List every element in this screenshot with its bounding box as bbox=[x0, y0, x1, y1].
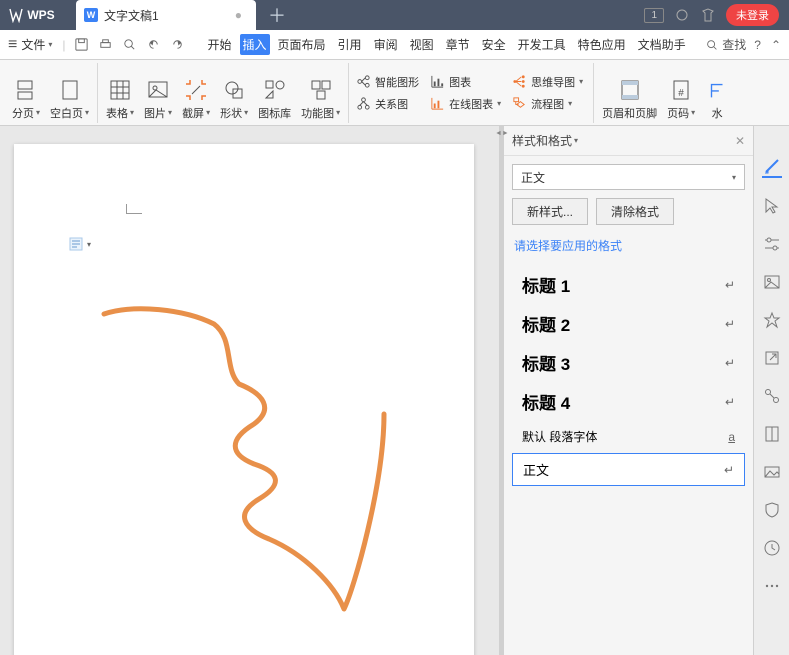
tab-view[interactable]: 视图 bbox=[406, 34, 438, 55]
cursor-marker bbox=[126, 204, 142, 214]
cloud-icon[interactable] bbox=[674, 7, 690, 23]
star-icon[interactable] bbox=[762, 310, 782, 330]
document-tab[interactable]: W 文字文稿1 ● bbox=[76, 0, 256, 30]
tab-unsaved-indicator: ● bbox=[235, 8, 242, 22]
mindmap-button[interactable]: 思维导图▾ bbox=[511, 73, 583, 91]
style-list: 标题 1↵ 标题 2↵ 标题 3↵ 标题 4↵ 默认 段落字体a 正文↵ bbox=[512, 266, 745, 486]
menu-bar: ≡ 文件 ▾ | 开始 插入 页面布局 引用 审阅 视图 章节 安全 开发工具 … bbox=[0, 30, 789, 60]
current-style-value: 正文 bbox=[521, 169, 545, 186]
redo-icon[interactable] bbox=[170, 37, 186, 53]
login-button[interactable]: 未登录 bbox=[726, 4, 779, 26]
header-footer-button[interactable]: 页眉和页脚 bbox=[600, 76, 659, 123]
tab-insert[interactable]: 插入 bbox=[240, 34, 270, 55]
right-tool-strip bbox=[753, 126, 789, 655]
style-body[interactable]: 正文↵ bbox=[512, 453, 745, 486]
style-heading3[interactable]: 标题 3↵ bbox=[512, 344, 745, 381]
clear-format-button[interactable]: 清除格式 bbox=[596, 198, 674, 225]
app-name: WPS bbox=[27, 8, 54, 22]
tab-references[interactable]: 引用 bbox=[334, 34, 366, 55]
shield-icon[interactable] bbox=[762, 500, 782, 520]
picture-button[interactable]: 图片▾ bbox=[142, 76, 174, 123]
page-break-button[interactable]: 分页▾ bbox=[10, 76, 42, 123]
page-number-button[interactable]: # 页码▾ bbox=[665, 76, 697, 123]
style-heading4[interactable]: 标题 4↵ bbox=[512, 383, 745, 420]
tab-doc-assist[interactable]: 文档助手 bbox=[634, 34, 690, 55]
flowchart-button[interactable]: 流程图▾ bbox=[511, 95, 583, 113]
help-icon[interactable]: ? bbox=[754, 38, 761, 52]
title-bar: WPS W 文字文稿1 ● ＋ 1 未登录 bbox=[0, 0, 789, 30]
skin-icon[interactable] bbox=[700, 7, 716, 23]
chart-button[interactable]: 图表 bbox=[429, 73, 501, 91]
panel-title: 样式和格式 bbox=[512, 132, 572, 149]
shape-button[interactable]: 形状▾ bbox=[218, 76, 250, 123]
collapse-ribbon-icon[interactable]: ⌃ bbox=[771, 38, 781, 52]
more-tools-icon[interactable] bbox=[762, 576, 782, 596]
save-icon[interactable] bbox=[74, 37, 90, 53]
gallery-icon[interactable] bbox=[762, 462, 782, 482]
blank-page-button[interactable]: 空白页▾ bbox=[48, 76, 91, 123]
document-canvas[interactable]: ▾ bbox=[0, 126, 499, 655]
tab-dev-tools[interactable]: 开发工具 bbox=[514, 34, 570, 55]
watermark-button[interactable]: 水 bbox=[703, 76, 731, 123]
ribbon-tabs: 开始 插入 页面布局 引用 审阅 视图 章节 安全 开发工具 特色应用 文档助手 bbox=[204, 34, 690, 55]
tab-chapters[interactable]: 章节 bbox=[442, 34, 474, 55]
tab-special[interactable]: 特色应用 bbox=[574, 34, 630, 55]
function-chart-button[interactable]: 功能图▾ bbox=[299, 76, 342, 123]
style-heading1[interactable]: 标题 1↵ bbox=[512, 266, 745, 303]
share-icon[interactable] bbox=[762, 348, 782, 368]
window-number[interactable]: 1 bbox=[644, 8, 664, 23]
smart-shape-button[interactable]: 智能图形 bbox=[355, 73, 419, 91]
print-preview-icon[interactable] bbox=[122, 37, 138, 53]
style-heading2[interactable]: 标题 2↵ bbox=[512, 305, 745, 342]
format-brush-icon[interactable] bbox=[762, 158, 782, 178]
print-icon[interactable] bbox=[98, 37, 114, 53]
new-tab-button[interactable]: ＋ bbox=[262, 0, 292, 30]
panel-close-button[interactable]: ✕ bbox=[735, 134, 745, 148]
tab-security[interactable]: 安全 bbox=[478, 34, 510, 55]
app-logo[interactable]: WPS bbox=[0, 0, 70, 30]
document-icon: W bbox=[84, 8, 98, 22]
new-style-button[interactable]: 新样式... bbox=[512, 198, 588, 225]
history-icon[interactable] bbox=[762, 538, 782, 558]
image-tool-icon[interactable] bbox=[762, 272, 782, 292]
tab-start[interactable]: 开始 bbox=[204, 34, 236, 55]
relation-button[interactable]: 关系图 bbox=[355, 95, 419, 113]
style-default-font[interactable]: 默认 段落字体a bbox=[512, 422, 745, 451]
online-chart-button[interactable]: 在线图表▾ bbox=[429, 95, 501, 113]
file-menu[interactable]: 文件 ▾ bbox=[21, 36, 52, 53]
tab-page-layout[interactable]: 页面布局 bbox=[274, 34, 330, 55]
tab-review[interactable]: 审阅 bbox=[370, 34, 402, 55]
paragraph-options-button[interactable]: ▾ bbox=[68, 236, 91, 252]
ink-scribble-shape[interactable] bbox=[94, 304, 424, 624]
find-button[interactable]: 查找 bbox=[705, 36, 746, 53]
panel-splitter[interactable] bbox=[499, 126, 503, 655]
styles-panel: 样式和格式 ▾ ✕ 正文 ▾ 新样式... 清除格式 请选择要应用的格式 标题 … bbox=[503, 126, 753, 655]
hamburger-icon[interactable]: ≡ bbox=[8, 36, 17, 54]
document-tab-title: 文字文稿1 bbox=[104, 7, 159, 24]
ribbon: 分页▾ 空白页▾ 表格▾ 图片▾ 截屏▾ 形状▾ 图标库 功能图▾ bbox=[0, 60, 789, 126]
select-icon[interactable] bbox=[762, 196, 782, 216]
screenshot-button[interactable]: 截屏▾ bbox=[180, 76, 212, 123]
svg-text:#: # bbox=[678, 88, 684, 99]
page[interactable]: ▾ bbox=[14, 144, 474, 655]
undo-icon[interactable] bbox=[146, 37, 162, 53]
select-format-hint: 请选择要应用的格式 bbox=[512, 233, 745, 258]
link-tool-icon[interactable] bbox=[762, 386, 782, 406]
icon-lib-button[interactable]: 图标库 bbox=[256, 76, 293, 123]
settings-sliders-icon[interactable] bbox=[762, 234, 782, 254]
table-button[interactable]: 表格▾ bbox=[104, 76, 136, 123]
current-style-combo[interactable]: 正文 ▾ bbox=[512, 164, 745, 190]
page-mode-icon[interactable] bbox=[762, 424, 782, 444]
